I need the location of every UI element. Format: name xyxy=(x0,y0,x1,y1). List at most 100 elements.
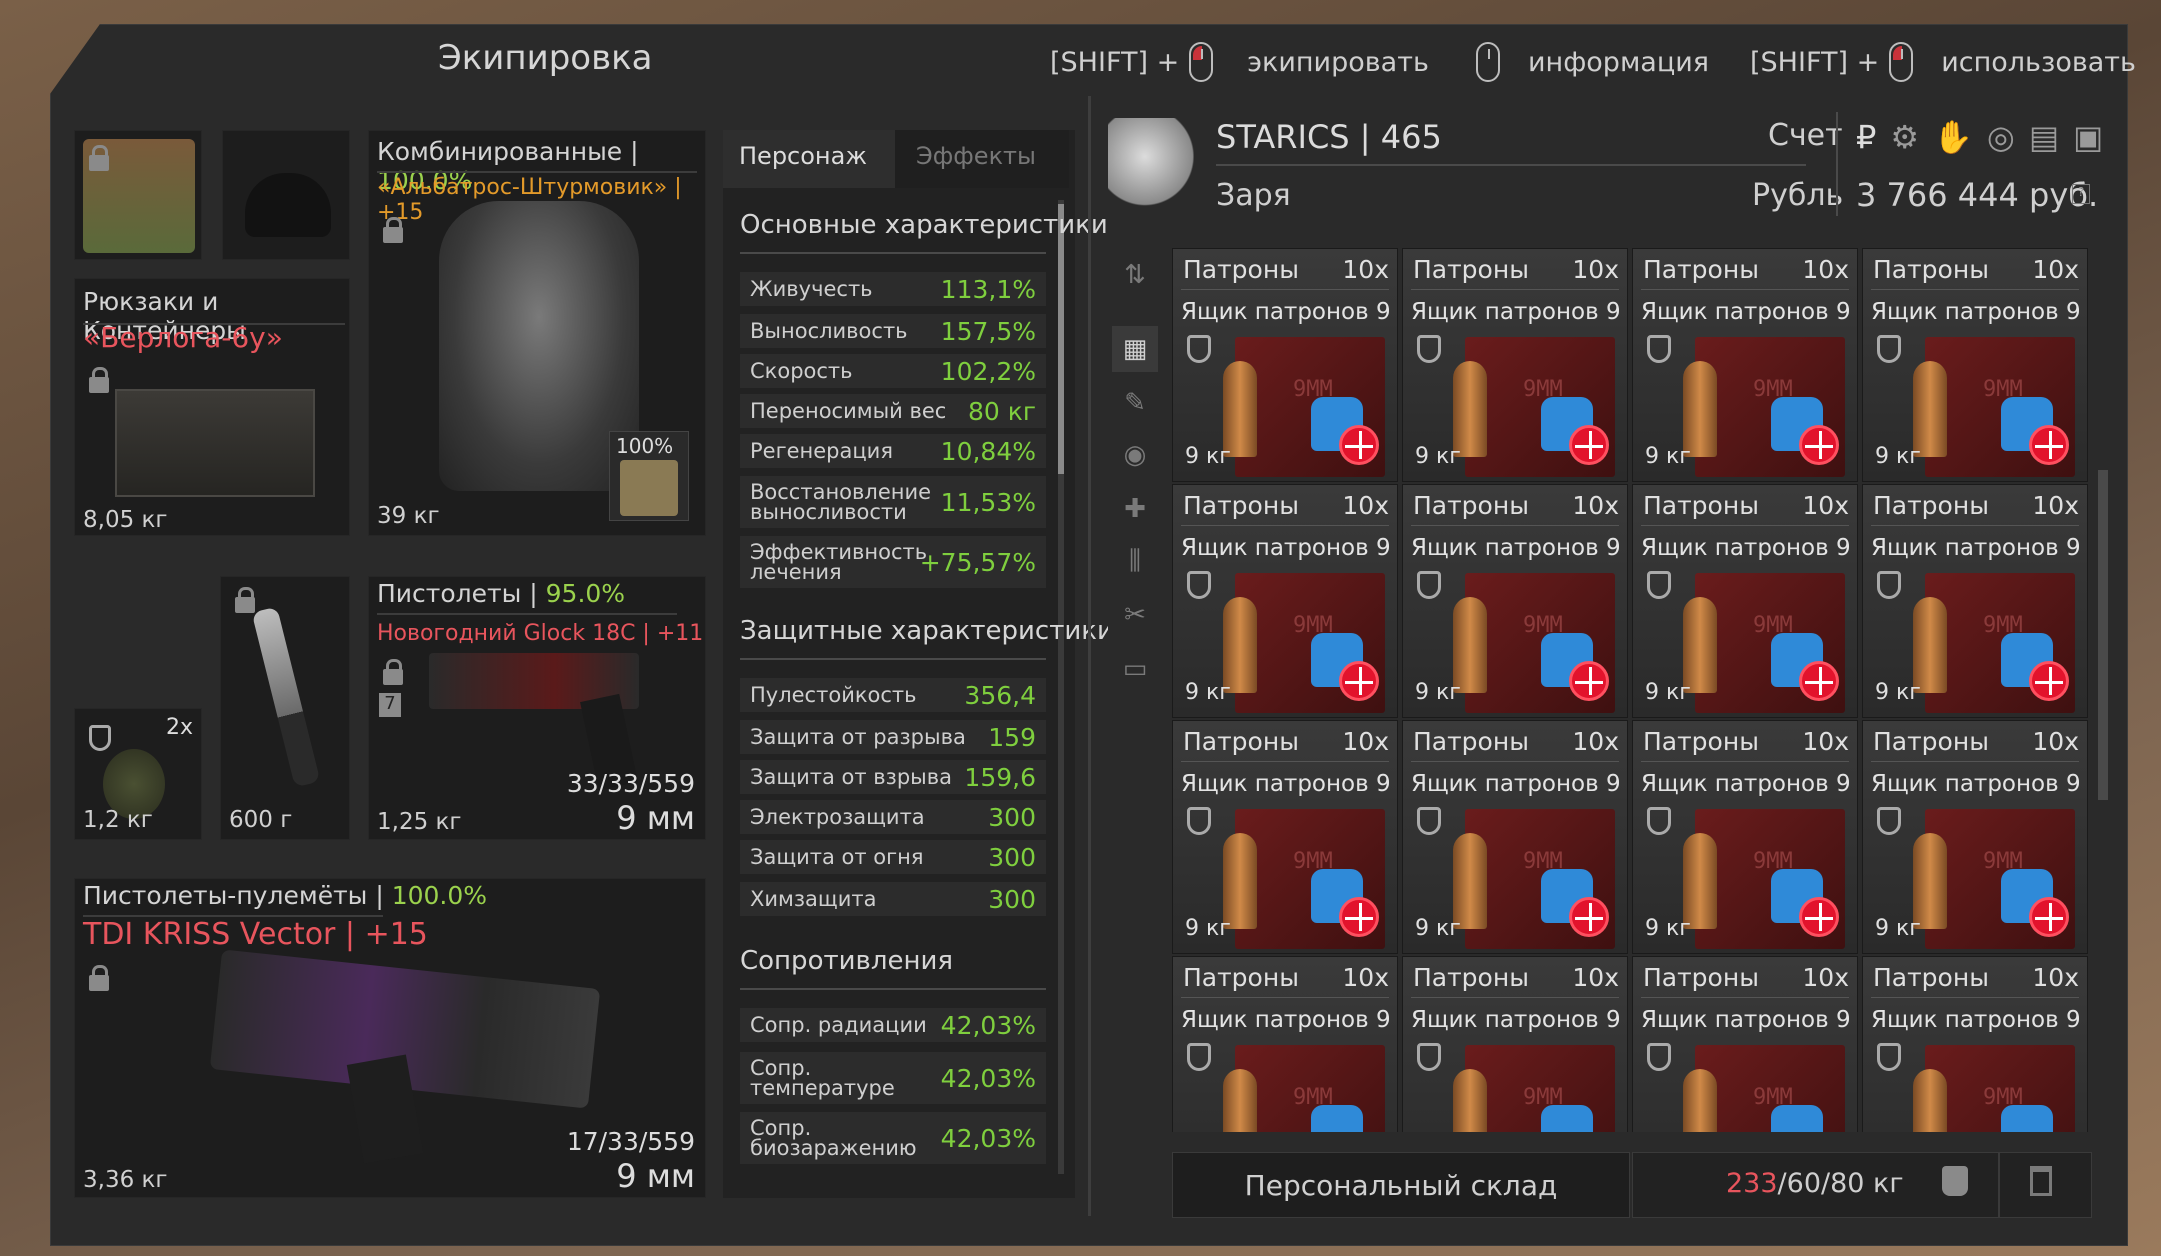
stats-scrollbar[interactable] xyxy=(1058,200,1064,1174)
bullet-icon xyxy=(1913,1069,1947,1132)
vest-icon xyxy=(1771,1105,1823,1132)
cards-icon[interactable]: ▤ xyxy=(2029,118,2059,156)
shield-icon xyxy=(1647,807,1671,835)
equip-hint: [SHIFT] + экипировать xyxy=(1050,42,1429,82)
target-icon xyxy=(2029,897,2069,937)
vest-icon xyxy=(1541,1105,1593,1132)
help-icon[interactable]: ? xyxy=(2072,184,2090,204)
grid-icon[interactable]: ▦ xyxy=(1112,326,1158,372)
bullet-icon xyxy=(1683,361,1717,457)
stat-row: Восстановление выносливости 11,53% xyxy=(740,476,1046,528)
inventory-item[interactable]: Патроны10xЯщик патронов 9 мм.9 кг xyxy=(1632,248,1858,482)
shield-icon xyxy=(89,725,111,751)
shield-icon xyxy=(1647,1043,1671,1071)
weight-readout: 233/60/80 кг xyxy=(1726,1168,1904,1199)
helmet-slot[interactable] xyxy=(222,130,350,260)
ammo-filter-icon[interactable]: ⫼ xyxy=(1112,538,1158,584)
protect-stats-title: Защитные характеристики xyxy=(740,616,1114,646)
bullet-icon xyxy=(1683,833,1717,929)
shield-icon xyxy=(1417,571,1441,599)
armor-filter-icon[interactable]: ◉ xyxy=(1112,432,1158,478)
sort-icon[interactable]: ⇅ xyxy=(1112,252,1158,298)
bullet-icon xyxy=(1223,833,1257,929)
inventory-item[interactable]: Патроны10xЯщик патронов 9 мм.9 кг xyxy=(1172,484,1398,718)
target-icon xyxy=(1339,425,1379,465)
face-slot[interactable] xyxy=(74,130,202,260)
inventory-item[interactable]: Патроны10xЯщик патронов 9 мм.9 кг xyxy=(1172,956,1398,1132)
mouse-right-icon xyxy=(1889,42,1914,82)
inventory-item[interactable]: Патроны10xЯщик патронов 9 мм.9 кг xyxy=(1632,720,1858,954)
stat-row: Химзащита 300 xyxy=(740,882,1046,916)
knife-slot[interactable]: 600 г xyxy=(220,576,350,840)
ruble-icon[interactable]: ₽ xyxy=(1856,118,1876,156)
gear-icon[interactable]: ⚙ xyxy=(1890,118,1919,156)
weight-icon xyxy=(1942,1166,1968,1196)
pistol-slot[interactable]: Пистолеты | 95.0% Новогодний Glock 18C |… xyxy=(368,576,706,840)
stat-row: Сопр. радиации 42,03% xyxy=(740,1008,1046,1042)
lock-icon xyxy=(383,659,403,685)
inventory-item[interactable]: Патроны10xЯщик патронов 9 мм.9 кг xyxy=(1862,248,2088,482)
stat-row: Пулестойкость 356,4 xyxy=(740,678,1046,712)
stat-row: Защита от разрыва 159 xyxy=(740,720,1046,754)
tab-character[interactable]: Персонаж xyxy=(723,130,895,188)
trash-icon[interactable] xyxy=(2030,1166,2052,1196)
shield-icon xyxy=(1187,807,1211,835)
lock-icon xyxy=(89,367,109,393)
armor-slot[interactable]: Комбинированные | 100.0% «Альбатрос-Штур… xyxy=(368,130,706,536)
vest-icon xyxy=(2001,1105,2053,1132)
target-icon xyxy=(1339,897,1379,937)
grenade-slot[interactable]: 2x 1,2 кг xyxy=(74,708,202,840)
coin-icon[interactable]: ◎ xyxy=(1987,118,2015,156)
bullet-icon xyxy=(1453,833,1487,929)
info-hint: информация xyxy=(1476,42,1709,82)
target-icon xyxy=(1799,897,1839,937)
weapon-filter-icon[interactable]: ✎ xyxy=(1112,380,1158,426)
lock-icon xyxy=(89,145,109,171)
misc-filter-icon[interactable]: ▭ xyxy=(1112,646,1158,692)
mouse-icon xyxy=(1476,42,1500,82)
inventory-item[interactable]: Патроны10xЯщик патронов 9 мм.9 кг xyxy=(1172,248,1398,482)
medkit-filter-icon[interactable]: ✚ xyxy=(1112,486,1158,532)
stat-row: Сопр. биозаражению 42,03% xyxy=(740,1112,1046,1164)
bullet-icon xyxy=(1453,361,1487,457)
shield-icon xyxy=(1417,335,1441,363)
backpack-name: «Берлога-6у» xyxy=(83,321,283,354)
inventory-item[interactable]: Патроны10xЯщик патронов 9 мм.9 кг xyxy=(1402,720,1628,954)
smg-slot[interactable]: Пистолеты-пулемёты | 100.0% TDI KRISS Ve… xyxy=(74,878,706,1198)
inventory-grid: Патроны10xЯщик патронов 9 мм.9 кгПатроны… xyxy=(1172,248,2092,1132)
inventory-item[interactable]: Патроны10xЯщик патронов 9 мм.9 кг xyxy=(1862,956,2088,1132)
backpack-slot[interactable]: Рюкзаки и Контейнеры «Берлога-6у» 8,05 к… xyxy=(74,278,350,536)
account-label: Счет xyxy=(1768,118,1843,153)
personal-storage-button[interactable]: Персональный склад xyxy=(1172,1152,1630,1218)
shield-icon xyxy=(1417,807,1441,835)
bullet-icon xyxy=(1683,597,1717,693)
target-icon xyxy=(1799,425,1839,465)
target-icon xyxy=(2029,661,2069,701)
stat-row: Эффективность лечения +75,57% xyxy=(740,536,1046,588)
inventory-item[interactable]: Патроны10xЯщик патронов 9 мм.9 кг xyxy=(1862,484,2088,718)
hand-icon[interactable]: ✋ xyxy=(1933,118,1973,156)
inventory-item[interactable]: Патроны10xЯщик патронов 9 мм.9 кг xyxy=(1402,484,1628,718)
inventory-item[interactable]: Патроны10xЯщик патронов 9 мм.9 кг xyxy=(1862,720,2088,954)
inventory-item[interactable]: Патроны10xЯщик патронов 9 мм.9 кг xyxy=(1402,956,1628,1132)
stat-row: Переносимый вес 80 кг xyxy=(740,394,1046,428)
shield-icon xyxy=(1187,1043,1211,1071)
shield-icon xyxy=(1647,571,1671,599)
target-icon xyxy=(1569,897,1609,937)
inventory-item[interactable]: Патроны10xЯщик патронов 9 мм.9 кг xyxy=(1632,484,1858,718)
radio-icon[interactable]: ▣ xyxy=(2073,118,2103,156)
stat-row: Защита от взрыва 159,6 xyxy=(740,760,1046,794)
tab-effects[interactable]: Эффекты xyxy=(900,130,1070,188)
armor-mod-slot[interactable]: 100% xyxy=(609,431,689,521)
inventory-item[interactable]: Патроны10xЯщик патронов 9 мм.9 кг xyxy=(1402,248,1628,482)
faction-name: Заря xyxy=(1216,178,1291,213)
lock-icon xyxy=(89,965,109,991)
shield-icon xyxy=(1877,335,1901,363)
tools-filter-icon[interactable]: ✂ xyxy=(1112,592,1158,638)
inventory-item[interactable]: Патроны10xЯщик патронов 9 мм.9 кг xyxy=(1632,956,1858,1132)
bullet-icon xyxy=(1223,361,1257,457)
inventory-scrollbar[interactable] xyxy=(2098,248,2108,1132)
target-icon xyxy=(2029,425,2069,465)
inventory-item[interactable]: Патроны10xЯщик патронов 9 мм.9 кг xyxy=(1172,720,1398,954)
player-name: STARICS | 465 xyxy=(1216,118,1442,156)
